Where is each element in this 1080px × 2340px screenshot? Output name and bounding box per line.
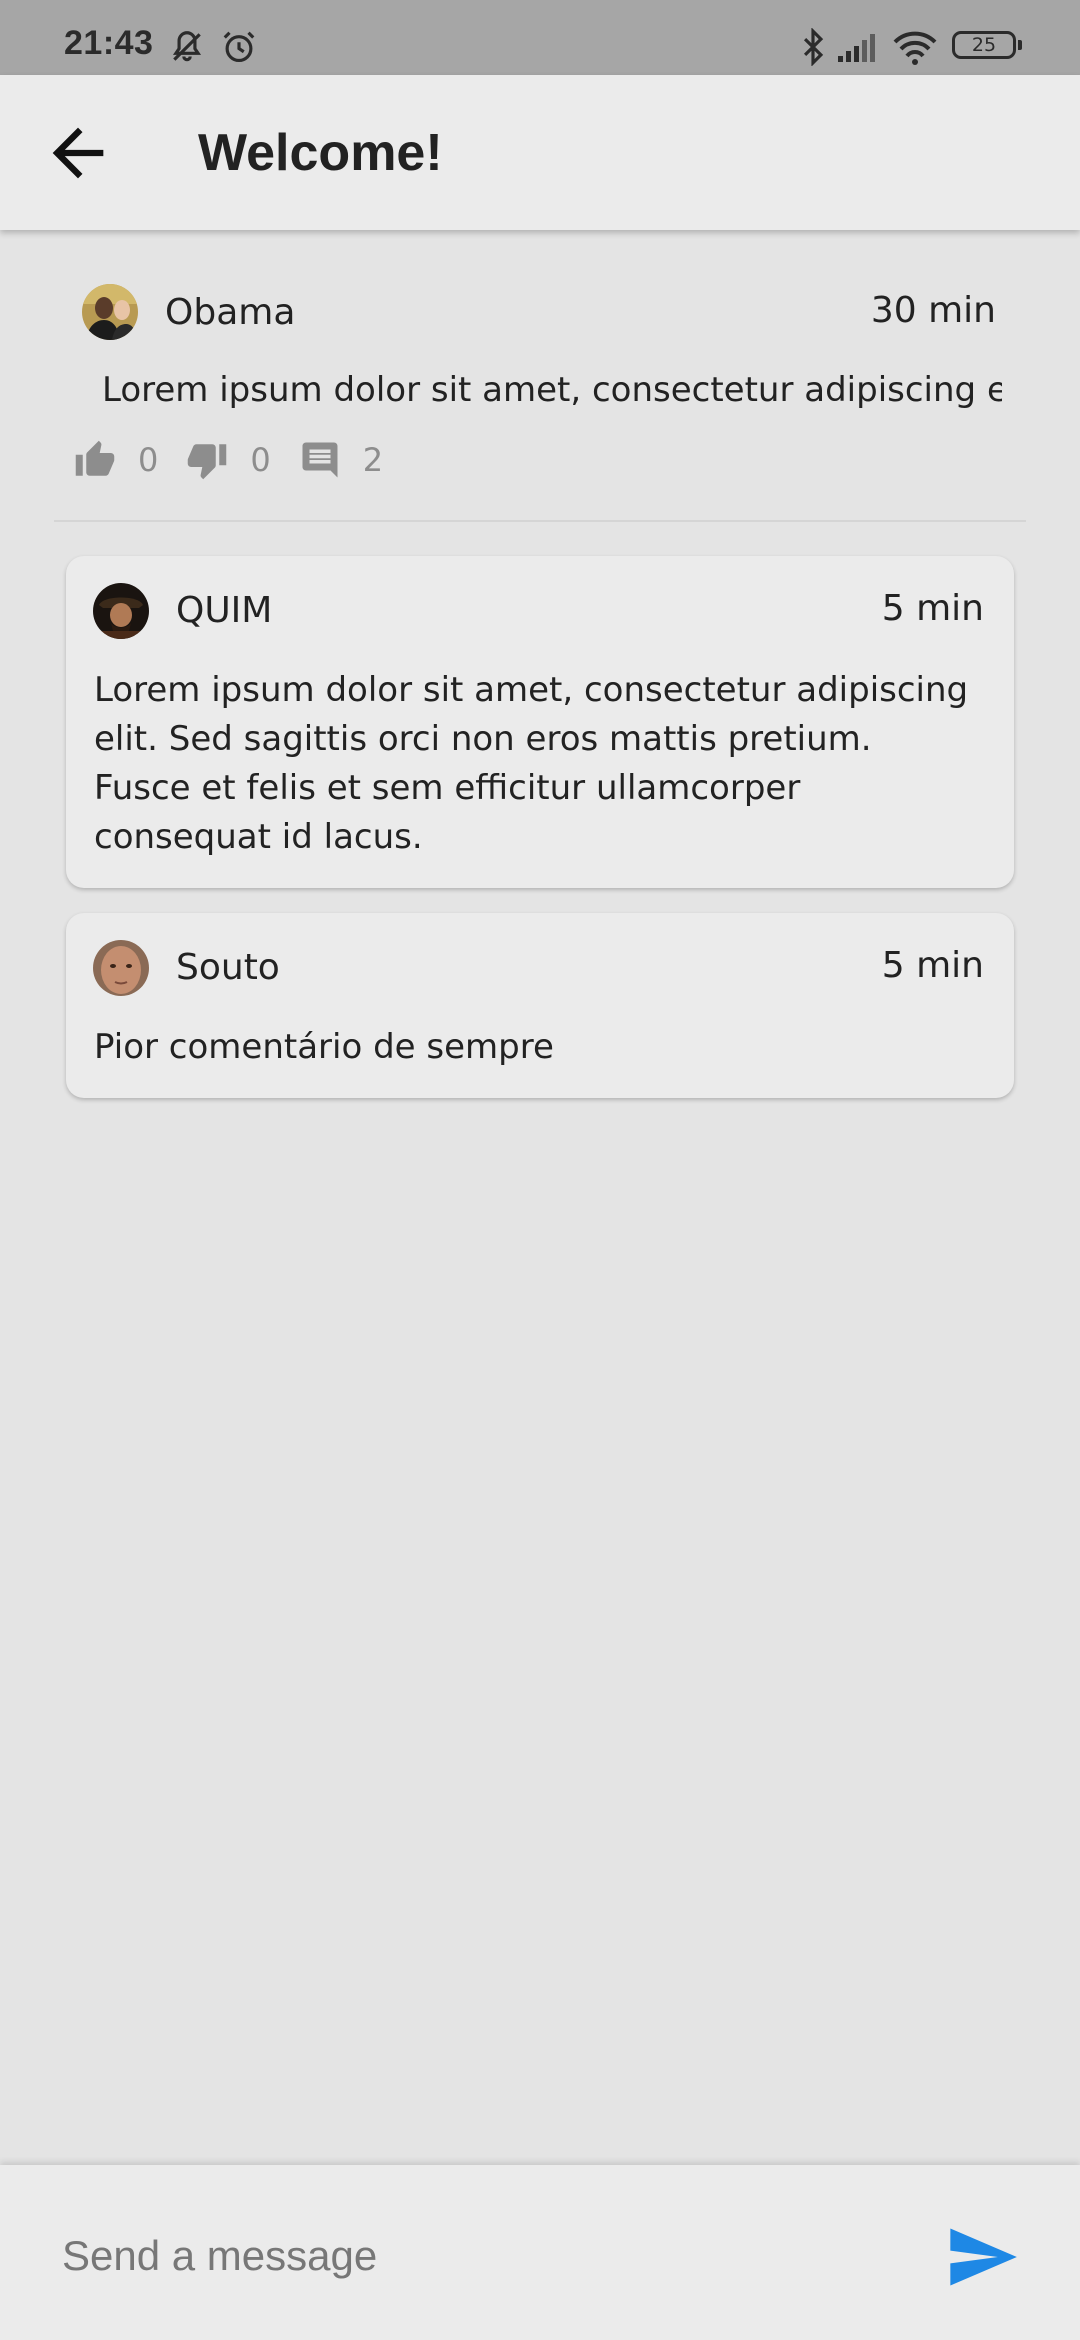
- alarm-icon: [223, 31, 255, 63]
- thumb-down-icon[interactable]: [186, 439, 228, 481]
- page-title: Welcome!: [198, 124, 443, 182]
- thumb-up-icon[interactable]: [74, 439, 116, 481]
- app-bar: Welcome!: [0, 75, 1080, 230]
- bluetooth-icon: [803, 28, 824, 66]
- comment-count: 2: [362, 441, 384, 479]
- message-composer: [0, 2165, 1080, 2340]
- comment-text: Lorem ipsum dolor sit amet, consectetur …: [94, 670, 969, 857]
- comment-time: 5 min: [881, 588, 984, 629]
- comment-time: 5 min: [881, 945, 984, 986]
- post-author[interactable]: Obama: [165, 292, 295, 333]
- post-text: Lorem ipsum dolor sit amet, consectetur …: [102, 370, 1002, 410]
- message-input[interactable]: [60, 2215, 884, 2297]
- dislike-count: 0: [250, 441, 271, 479]
- status-bar: 21:43 25: [0, 0, 1080, 75]
- battery-icon: 25: [952, 31, 1022, 59]
- wifi-icon: [893, 31, 937, 65]
- comment-card: Souto 5 min Pior comentário de sempre: [66, 913, 1014, 1098]
- comment-icon[interactable]: [299, 439, 341, 481]
- mute-icon: [172, 31, 202, 62]
- avatar[interactable]: [82, 284, 138, 340]
- screen: 21:43 25 Welcome! Obama 30 min Lorem ips…: [0, 0, 1080, 2340]
- comment-card: QUIM 5 min Lorem ipsum dolor sit amet, c…: [66, 556, 1014, 888]
- comment-text: Pior comentário de sempre: [94, 1027, 554, 1067]
- avatar[interactable]: [93, 583, 149, 639]
- comment-author[interactable]: Souto: [176, 947, 280, 988]
- signal-icon: [838, 34, 875, 62]
- comment-author[interactable]: QUIM: [176, 590, 272, 631]
- status-time: 21:43: [64, 24, 154, 62]
- back-arrow-icon[interactable]: [40, 115, 116, 191]
- divider: [54, 520, 1026, 522]
- avatar[interactable]: [93, 940, 149, 996]
- comment-reaction[interactable]: 2: [299, 439, 383, 481]
- like-count: 0: [138, 441, 159, 479]
- post-time: 30 min: [870, 290, 996, 331]
- reactions: 0 0 2: [74, 436, 411, 484]
- send-icon[interactable]: [944, 2219, 1020, 2295]
- dislike-reaction[interactable]: 0: [186, 439, 271, 481]
- like-reaction[interactable]: 0: [74, 439, 158, 481]
